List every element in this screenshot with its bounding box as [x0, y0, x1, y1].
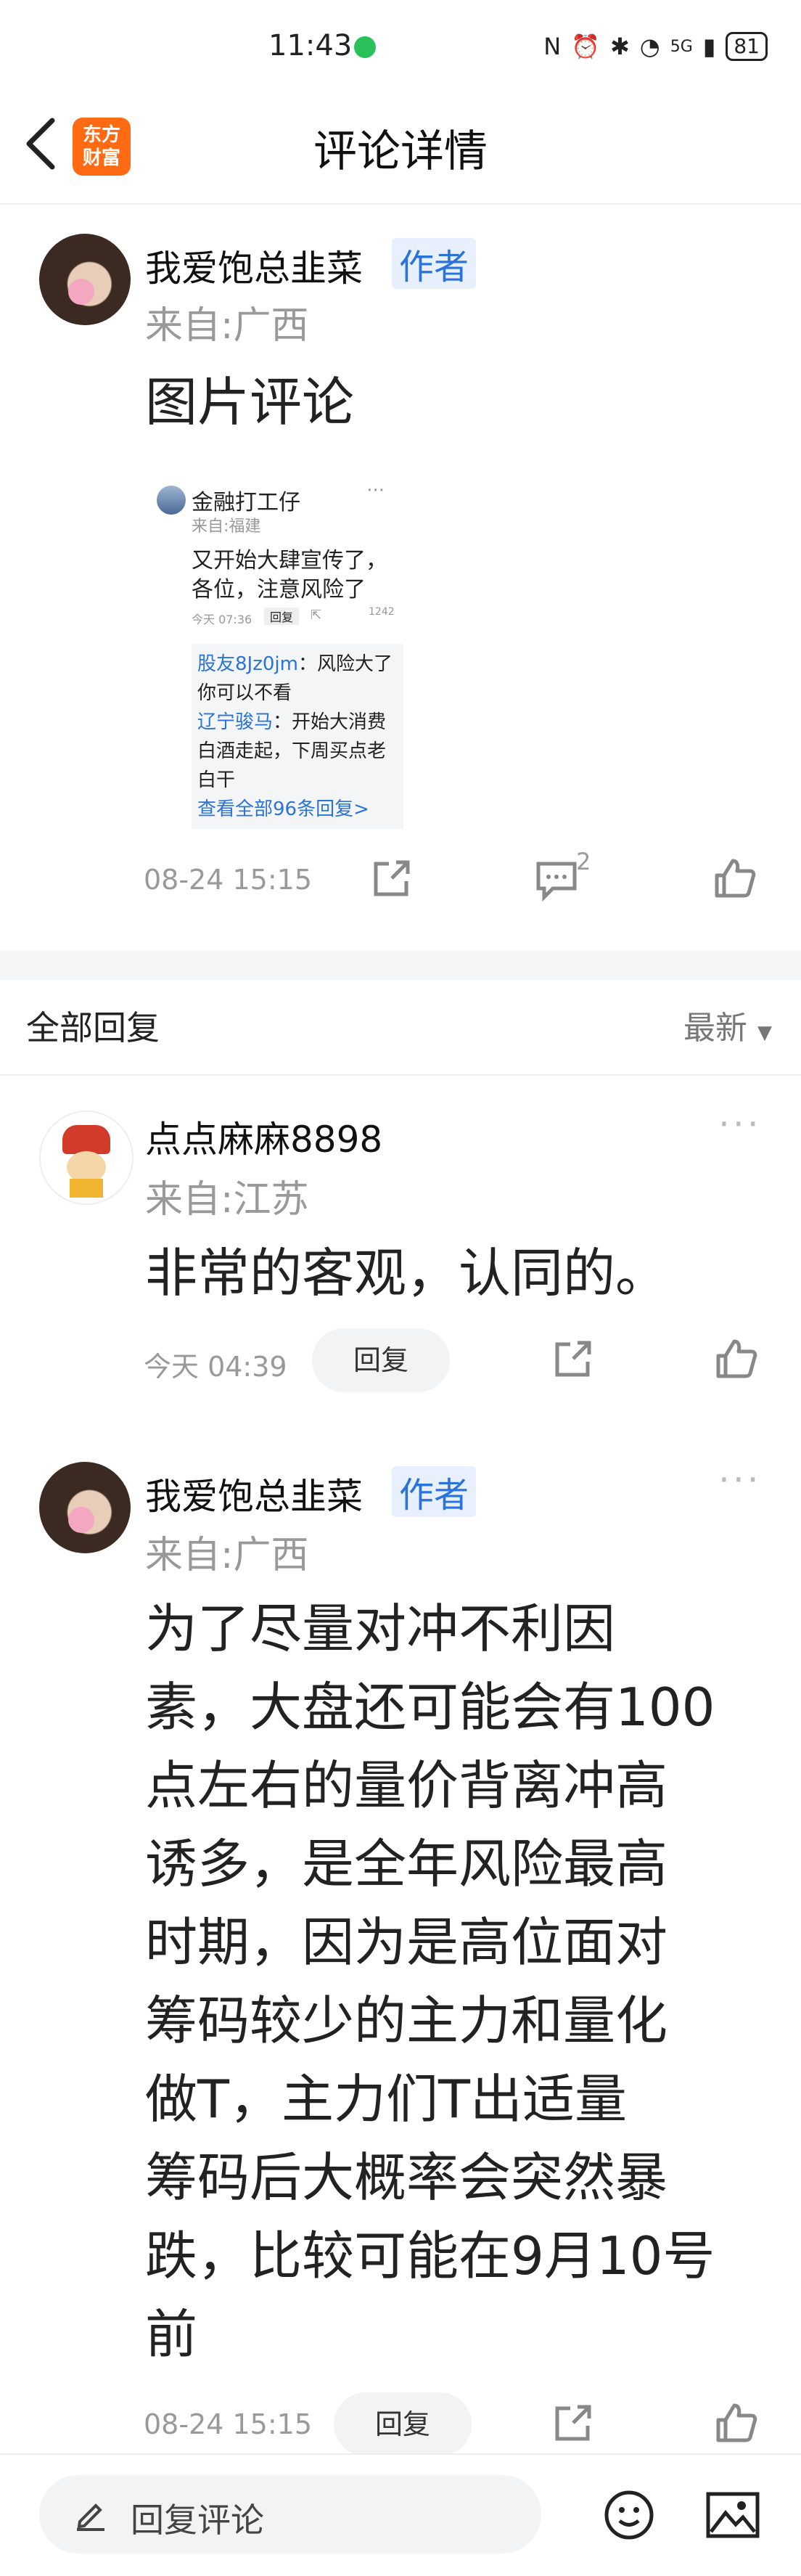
share-icon: ⇱	[311, 608, 322, 623]
embedded-username: 金融打工仔	[192, 490, 300, 515]
flower-icon	[68, 1507, 94, 1533]
more-options-icon[interactable]: ···	[718, 1103, 762, 1145]
avatar[interactable]	[39, 1462, 131, 1553]
reply-input-placeholder: 回复评论	[131, 2501, 264, 2540]
avatar[interactable]	[39, 234, 131, 325]
reply-button[interactable]: 回复	[312, 1328, 450, 1392]
reply-text-line: 做T，主力们T出适量	[145, 2069, 627, 2130]
reply-text-line: 诱多，是全年风险最高	[145, 1833, 668, 1894]
reply-text-line: 筹码较少的主力和量化	[145, 1990, 668, 2051]
flower-icon	[68, 279, 94, 305]
battery-indicator: 81	[726, 32, 768, 61]
sort-label: 最新	[683, 1010, 747, 1047]
reply-text: 非常的客观，认同的。	[145, 1243, 668, 1304]
reply-text-line: 点左右的量价背离冲高	[145, 1755, 668, 1816]
reply-button[interactable]: 回复	[334, 2392, 472, 2456]
comment-username[interactable]: 我爱饱总韭菜	[145, 240, 363, 292]
comment-time: 08-24 15:15	[144, 864, 313, 896]
reply-count: 2	[576, 848, 591, 875]
share-icon[interactable]	[551, 2401, 595, 2445]
share-icon[interactable]	[370, 856, 414, 900]
embedded-location: 来自:福建	[192, 518, 261, 536]
embedded-text: 各位，注意风险了	[192, 577, 366, 602]
network-label: 5G	[670, 37, 693, 56]
caret-down-icon: ▼	[757, 1022, 772, 1044]
embedded-avatar	[157, 486, 186, 515]
reply-text-line: 为了尽量对冲不利因	[145, 1598, 616, 1659]
nfc-icon: N	[543, 33, 562, 60]
comment-location: 来自:广西	[145, 304, 309, 348]
header-divider	[0, 203, 801, 205]
reply-text-line: 跌，比较可能在9月10号	[145, 2225, 715, 2286]
pencil-icon	[77, 2503, 104, 2531]
like-icon[interactable]	[714, 1337, 757, 1381]
avatar-body-icon	[70, 1179, 103, 1198]
author-badge: 作者	[392, 1466, 477, 1517]
like-icon[interactable]	[714, 2401, 757, 2445]
image-icon[interactable]	[705, 2491, 760, 2539]
like-icon[interactable]	[712, 856, 756, 900]
signal-icon: ▮	[702, 33, 716, 60]
reply-input[interactable]	[39, 2475, 541, 2553]
wifi-icon: ◔	[639, 33, 660, 60]
avatar-hat-icon	[62, 1125, 110, 1154]
sort-dropdown[interactable]: 最新 ▼	[683, 1002, 772, 1048]
page-title: 评论详情	[313, 126, 488, 177]
embedded-text: 又开始大肆宣传了，	[192, 548, 387, 573]
embedded-likes: 1242	[369, 606, 395, 618]
emoji-icon[interactable]	[602, 2488, 656, 2542]
embedded-reply-user: 股友8Jz0jm	[197, 653, 298, 675]
reply-text-line: 素，大盘还可能会有100	[145, 1677, 715, 1738]
all-replies-title: 全部回复	[26, 1008, 160, 1047]
reply-text-line: 前	[145, 2304, 198, 2365]
reply-location: 来自:广西	[145, 1534, 309, 1577]
embedded-reply-user: 辽宁骏马	[197, 711, 274, 733]
wechat-notification-icon	[354, 36, 376, 58]
comment-icon[interactable]	[534, 858, 580, 901]
bluetooth-icon: ✱	[609, 33, 630, 60]
alarm-icon: ⏰	[571, 33, 600, 60]
comment-text: 图片评论	[145, 372, 355, 433]
embedded-replies: 股友8Jz0jm：风险大了你可以不看 辽宁骏马：开始大消费白酒走起，下周买点老白…	[192, 644, 403, 829]
reply-time: 今天 04:39	[144, 1351, 287, 1383]
comment-image[interactable]: 金融打工仔 ··· 来自:福建 又开始大肆宣传了， 各位，注意风险了 今天 07…	[151, 475, 406, 831]
embedded-view-all: 查看全部96条回复>	[197, 798, 369, 820]
more-options-icon[interactable]: ···	[718, 1459, 762, 1501]
embedded-reply-button: 回复	[264, 608, 300, 625]
reply-text-line: 筹码后大概率会突然暴	[145, 2147, 668, 2208]
author-badge: 作者	[392, 238, 477, 289]
reply-text: 为了尽量对冲不利因 素，大盘还可能会有100 点左右的量价背离冲高 诱多，是全年…	[145, 1590, 715, 2373]
reply-username[interactable]: 我爱饱总韭菜	[145, 1468, 363, 1520]
share-icon[interactable]	[551, 1337, 595, 1381]
avatar[interactable]	[39, 1111, 134, 1205]
more-icon: ···	[366, 480, 385, 502]
header-divider	[0, 1074, 801, 1076]
reply-location: 来自:江苏	[145, 1178, 309, 1222]
reply-text-line: 时期，因为是高位面对	[145, 1912, 668, 1973]
status-time: 11:43	[268, 29, 353, 62]
reply-username[interactable]: 点点麻麻8898	[145, 1111, 382, 1163]
embedded-time: 今天 07:36	[192, 613, 252, 626]
section-separator	[0, 951, 801, 980]
status-icons: N ⏰ ✱ ◔ 5G ▮ 81	[543, 32, 768, 61]
reply-time: 08-24 15:15	[144, 2408, 313, 2440]
